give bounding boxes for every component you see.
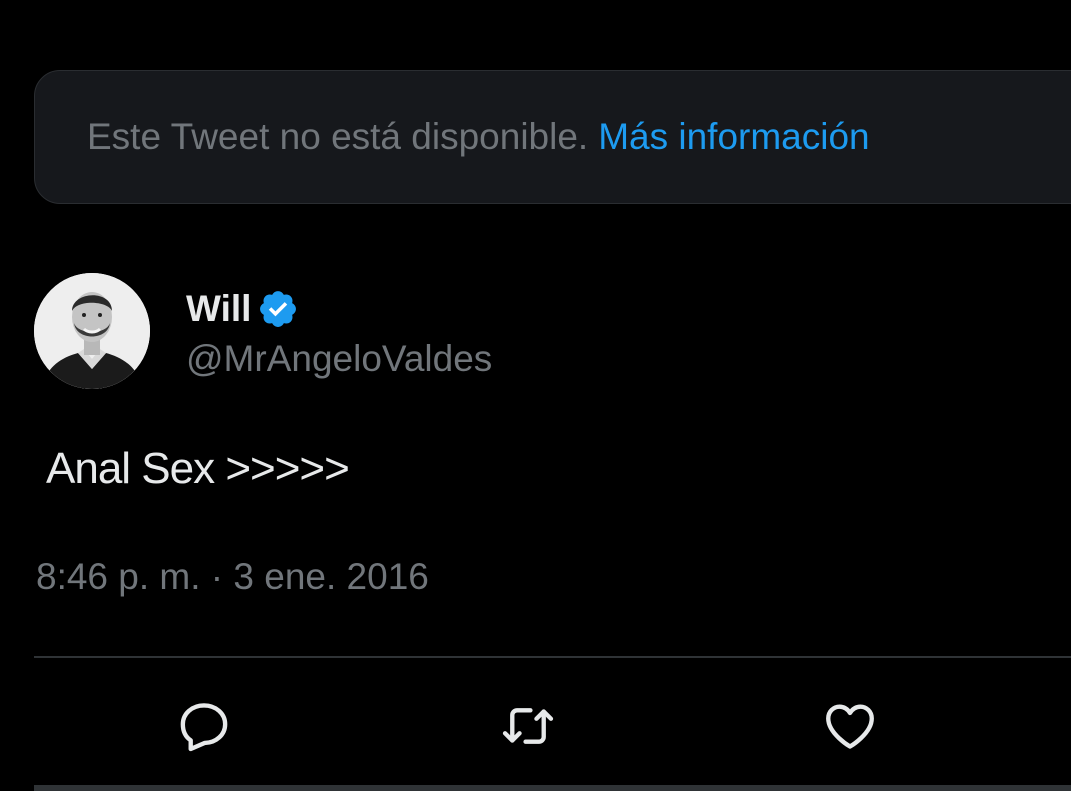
bottom-divider	[34, 785, 1071, 791]
reply-button[interactable]	[172, 694, 236, 758]
name-line: Will	[186, 282, 492, 336]
author-names: Will @MrAngeloValdes	[186, 273, 492, 389]
tweet-timestamp[interactable]: 8:46 p. m. · 3 ene. 2016	[36, 556, 429, 598]
avatar-photo-icon	[34, 273, 150, 389]
verified-badge-icon	[257, 288, 299, 330]
reply-icon	[180, 703, 228, 752]
tweet-text: Anal Sex >>>>>	[46, 444, 350, 493]
divider	[34, 656, 1071, 658]
avatar[interactable]	[34, 273, 150, 389]
more-info-link[interactable]: Más información	[598, 116, 869, 158]
tweet-author: Will @MrAngeloValdes	[34, 272, 492, 390]
unavailable-notice-text: Este Tweet no está disponible.	[87, 116, 589, 157]
display-name[interactable]: Will	[186, 288, 251, 330]
user-handle[interactable]: @MrAngeloValdes	[186, 338, 492, 380]
like-icon	[826, 704, 874, 749]
like-button[interactable]	[818, 694, 882, 758]
retweet-button[interactable]	[496, 694, 560, 758]
unavailable-tweet-notice: Este Tweet no está disponible. Más infor…	[34, 70, 1071, 204]
retweet-icon	[502, 708, 554, 744]
